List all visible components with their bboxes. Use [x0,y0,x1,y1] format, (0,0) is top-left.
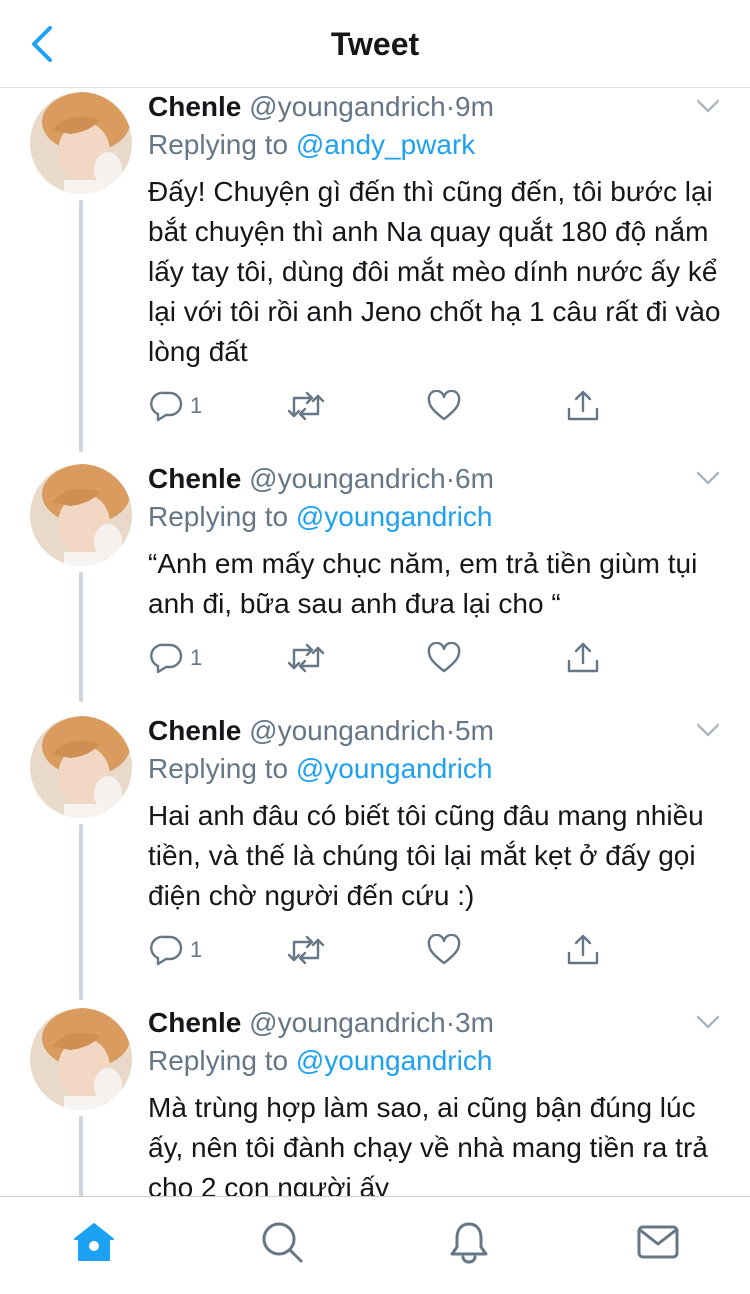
bottom-tab-bar [0,1196,750,1294]
tab-messages[interactable] [633,1217,683,1267]
search-icon [262,1222,303,1263]
replying-to: Replying to @youngandrich [148,1044,492,1078]
timestamp: 5m [455,715,494,746]
like-button[interactable] [426,638,462,678]
heart-icon [427,934,461,965]
replying-to-prefix: Replying to [148,1045,289,1076]
reply-icon [150,391,183,422]
mention-link[interactable]: @youngandrich [296,1045,493,1076]
display-name[interactable]: Chenle [148,715,241,746]
avatar[interactable] [30,1008,132,1110]
replying-to-prefix: Replying to [148,501,289,532]
reply-icon [150,643,183,674]
separator: · [445,463,456,494]
top-navigation-bar: Tweet [0,0,750,88]
separator: · [445,1007,456,1038]
mention-link[interactable]: @youngandrich [296,753,493,784]
timestamp: 6m [455,463,494,494]
tweet[interactable]: Chenle @youngandrich·6m Replying to @you… [0,462,750,702]
share-icon [567,642,599,673]
mail-icon [637,1225,679,1259]
replying-to: Replying to @andy_pwark [148,128,475,162]
separator: · [445,715,456,746]
tab-notifications[interactable] [444,1217,494,1267]
avatar[interactable] [30,716,132,818]
tweet-actions: 1 [148,386,708,426]
tweet[interactable]: Chenle @youngandrich·9m Replying to @and… [0,90,750,450]
retweet-icon [287,643,325,673]
chevron-down-icon[interactable] [692,718,724,742]
heart-icon [427,390,461,421]
separator: · [445,91,456,122]
share-icon [567,390,599,421]
tweet-text: Đấy! Chuyện gì đến thì cũng đến, tôi bướ… [148,176,721,367]
chevron-down-icon[interactable] [692,1010,724,1034]
tab-search[interactable] [257,1217,307,1267]
avatar[interactable] [30,92,132,194]
reply-count: 1 [190,393,203,418]
tweet-text: Mà trùng hợp làm sao, ai cũng bận đúng l… [148,1092,708,1196]
mention-link[interactable]: @youngandrich [296,501,493,532]
tab-home[interactable] [69,1217,119,1267]
like-button[interactable] [426,930,462,970]
chevron-down-icon[interactable] [692,94,724,118]
tweet-header: Chenle @youngandrich·9m [148,90,494,124]
tweet-actions: 1 [148,930,708,970]
reply-button[interactable]: 1 [150,638,202,678]
tweet-text: “Anh em mấy chục năm, em trả tiền giùm t… [148,548,698,619]
timestamp: 9m [455,91,494,122]
tweet-header: Chenle @youngandrich·6m [148,462,494,496]
thread-timeline[interactable]: Chenle @youngandrich·9m Replying to @and… [0,88,750,1196]
tweet-header: Chenle @youngandrich·5m [148,714,494,748]
retweet-button[interactable] [286,638,326,678]
display-name[interactable]: Chenle [148,463,241,494]
chevron-down-icon[interactable] [692,466,724,490]
heart-icon [427,642,461,673]
share-button[interactable] [566,638,600,678]
retweet-icon [287,391,325,421]
replying-to: Replying to @youngandrich [148,752,492,786]
user-handle: @youngandrich [249,91,446,122]
like-button[interactable] [426,386,462,426]
retweet-icon [287,935,325,965]
bell-icon [450,1222,488,1264]
home-icon [74,1223,114,1261]
display-name[interactable]: Chenle [148,91,241,122]
retweet-button[interactable] [286,930,326,970]
reply-button[interactable]: 1 [150,386,202,426]
share-button[interactable] [566,386,600,426]
reply-count: 1 [190,937,203,962]
user-handle: @youngandrich [249,1007,446,1038]
mention-link[interactable]: @andy_pwark [296,129,475,160]
display-name[interactable]: Chenle [148,1007,241,1038]
avatar[interactable] [30,464,132,566]
tweet-actions: 1 [148,638,708,678]
share-icon [567,934,599,965]
tweet-text: Hai anh đâu có biết tôi cũng đâu mang nh… [148,800,704,911]
tweet[interactable]: Chenle @youngandrich·3m Replying to @you… [0,1006,750,1196]
user-handle: @youngandrich [249,463,446,494]
reply-button[interactable]: 1 [150,930,202,970]
replying-to-prefix: Replying to [148,753,289,784]
share-button[interactable] [566,930,600,970]
timestamp: 3m [455,1007,494,1038]
tweet[interactable]: Chenle @youngandrich·5m Replying to @you… [0,714,750,994]
user-handle: @youngandrich [249,715,446,746]
tweet-header: Chenle @youngandrich·3m [148,1006,494,1040]
retweet-button[interactable] [286,386,326,426]
replying-to-prefix: Replying to [148,129,289,160]
reply-icon [150,935,183,966]
replying-to: Replying to @youngandrich [148,500,492,534]
page-title: Tweet [330,26,420,62]
reply-count: 1 [190,645,203,670]
